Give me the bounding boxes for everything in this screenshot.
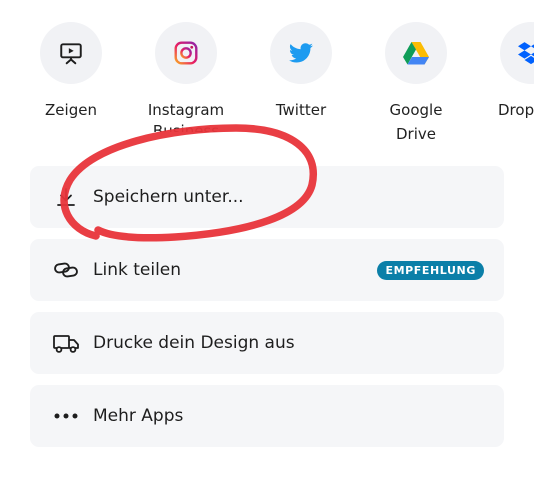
app-twitter[interactable]: Twitter: [246, 22, 356, 122]
link-icon: [54, 262, 78, 278]
app-label: Instagram: [147, 101, 225, 119]
row-label: Drucke dein Design aus: [93, 333, 295, 353]
download-icon: [57, 188, 75, 206]
app-circle: [40, 22, 102, 84]
twitter-icon: [289, 43, 313, 63]
row-label: Speichern unter...: [93, 187, 244, 207]
app-google-drive[interactable]: Google Drive: [361, 22, 471, 146]
app-sublabel: Business: [152, 122, 220, 132]
app-label: Google Drive: [389, 101, 443, 143]
row-icon: [52, 329, 80, 357]
instagram-icon: [174, 41, 198, 65]
share-actions: Speichern unter... Link teilen EMPFEHLUN…: [30, 166, 504, 458]
recommendation-badge: EMPFEHLUNG: [377, 261, 484, 280]
app-present[interactable]: Zeigen: [16, 22, 126, 122]
more-apps-row[interactable]: Mehr Apps: [30, 385, 504, 447]
row-icon: [52, 402, 80, 430]
dropbox-icon: [518, 42, 534, 65]
presentation-icon: [60, 43, 82, 65]
app-label: Zeigen: [45, 101, 97, 119]
app-label: Dropbox: [498, 101, 534, 119]
app-instagram[interactable]: Instagram Business: [131, 22, 241, 132]
save-as-row[interactable]: Speichern unter...: [30, 166, 504, 228]
row-icon: [52, 183, 80, 211]
app-circle: [155, 22, 217, 84]
app-circle: [270, 22, 332, 84]
app-circle: [385, 22, 447, 84]
app-shortcuts: Zeigen Instagram Business Twitter Google…: [0, 22, 534, 152]
app-circle: [500, 22, 534, 84]
row-icon: [52, 256, 80, 284]
google-drive-icon: [403, 42, 429, 65]
row-label: Link teilen: [93, 260, 182, 280]
share-link-row[interactable]: Link teilen EMPFEHLUNG: [30, 239, 504, 301]
truck-icon: [53, 335, 79, 353]
app-label: Twitter: [275, 101, 327, 119]
row-label: Mehr Apps: [93, 406, 184, 426]
share-panel: Zeigen Instagram Business Twitter Google…: [0, 0, 534, 480]
print-design-row[interactable]: Drucke dein Design aus: [30, 312, 504, 374]
more-dots-icon: [54, 413, 78, 419]
app-dropbox[interactable]: Dropbox: [476, 22, 534, 122]
